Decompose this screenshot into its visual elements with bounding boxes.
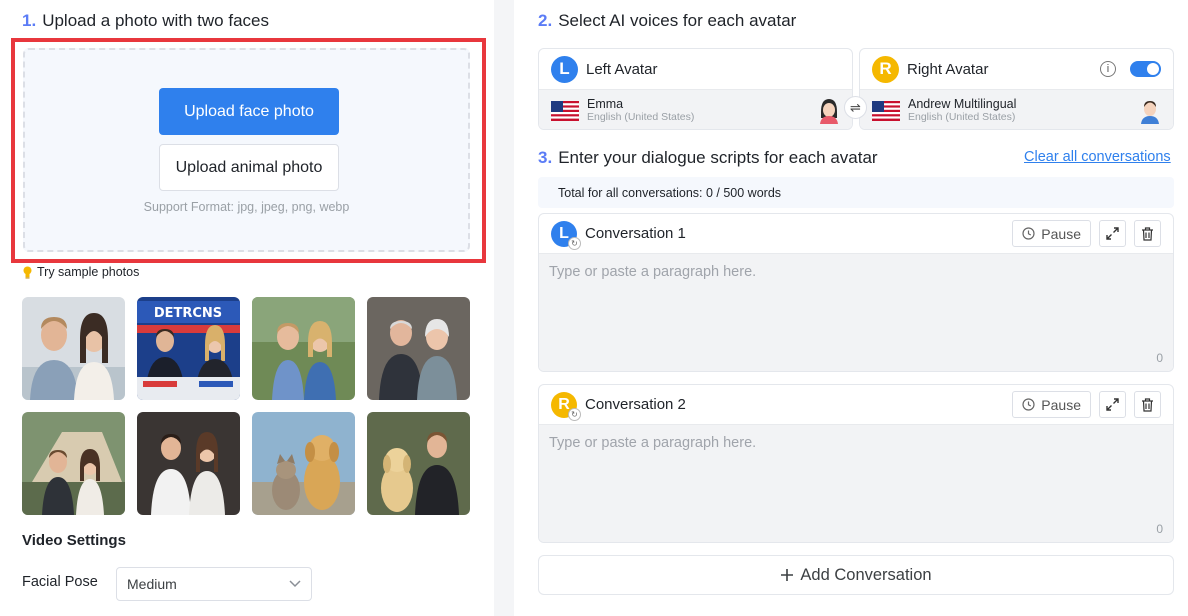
left-avatar-card[interactable]: L Left Avatar Emma English (United State… bbox=[538, 48, 853, 130]
clear-all-conversations-link[interactable]: Clear all conversations bbox=[1024, 149, 1171, 165]
upload-highlight-frame: Upload face photo Upload animal photo Su… bbox=[11, 38, 486, 263]
refresh-icon: ↻ bbox=[568, 236, 581, 250]
refresh-icon: ↻ bbox=[568, 407, 581, 421]
right-avatar-label: Right Avatar bbox=[907, 60, 989, 78]
sample-photo[interactable]: DETRCNS bbox=[137, 297, 240, 400]
pause-button[interactable]: Pause bbox=[1012, 220, 1091, 247]
word-count: 0 bbox=[1156, 522, 1163, 536]
voices-step-title: 2. Select AI voices for each avatar bbox=[538, 11, 797, 30]
conversation-textarea[interactable]: Type or paste a paragraph here. 0 bbox=[539, 424, 1173, 542]
support-format-text: Support Format: jpg, jpeg, png, webp bbox=[143, 200, 350, 214]
sample-photo[interactable] bbox=[367, 297, 470, 400]
female-avatar-icon bbox=[820, 99, 838, 124]
plus-icon bbox=[781, 569, 794, 581]
expand-icon bbox=[1106, 398, 1119, 411]
upload-face-photo-button[interactable]: Upload face photo bbox=[159, 88, 339, 135]
upload-animal-photo-button[interactable]: Upload animal photo bbox=[159, 144, 339, 191]
chevron-down-icon bbox=[289, 580, 301, 588]
conversation-textarea[interactable]: Type or paste a paragraph here. 0 bbox=[539, 253, 1173, 371]
pause-button[interactable]: Pause bbox=[1012, 391, 1091, 418]
right-voice-selector[interactable]: Andrew Multilingual English (United Stat… bbox=[860, 89, 1173, 129]
sample-photo[interactable] bbox=[22, 297, 125, 400]
right-avatar-card[interactable]: R Right Avatar i Andrew Multilingual Eng… bbox=[859, 48, 1174, 130]
sample-photo[interactable] bbox=[22, 412, 125, 515]
facial-pose-label: Facial Pose bbox=[22, 574, 98, 590]
us-flag-icon bbox=[551, 100, 579, 121]
expand-icon bbox=[1106, 227, 1119, 240]
word-count: 0 bbox=[1156, 351, 1163, 365]
right-avatar-badge: R bbox=[872, 55, 899, 83]
left-voice-language: English (United States) bbox=[587, 111, 695, 123]
sample-photo[interactable] bbox=[367, 412, 470, 515]
left-voice-name: Emma bbox=[587, 97, 624, 111]
video-settings-title: Video Settings bbox=[22, 532, 126, 549]
expand-button[interactable] bbox=[1099, 391, 1126, 418]
left-panel: 1. Upload a photo with two faces Upload f… bbox=[0, 0, 494, 616]
scripts-step-title: 3. Enter your dialogue scripts for each a… bbox=[538, 148, 878, 167]
sample-photo-grid: DETRCNS bbox=[22, 297, 470, 515]
clock-icon bbox=[1022, 227, 1035, 240]
right-panel: 2. Select AI voices for each avatar L Lef… bbox=[514, 0, 1188, 616]
sample-photos-title: Try sample photos bbox=[22, 265, 139, 279]
conversation-title: Conversation 1 bbox=[585, 225, 686, 242]
sample-photo[interactable] bbox=[137, 412, 240, 515]
male-avatar-icon bbox=[1141, 101, 1159, 124]
right-voice-language: English (United States) bbox=[908, 111, 1016, 123]
svg-text:DETRCNS: DETRCNS bbox=[154, 306, 222, 321]
info-icon[interactable]: i bbox=[1100, 61, 1116, 77]
us-flag-icon bbox=[872, 100, 900, 121]
facial-pose-value: Medium bbox=[127, 576, 177, 592]
right-voice-name: Andrew Multilingual bbox=[908, 97, 1017, 111]
delete-button[interactable] bbox=[1134, 391, 1161, 418]
trash-icon bbox=[1142, 226, 1153, 241]
conversation-card: R ↻ Conversation 2 Pause Type or paste a… bbox=[538, 384, 1174, 543]
expand-button[interactable] bbox=[1099, 220, 1126, 247]
conversation-title: Conversation 2 bbox=[585, 396, 686, 413]
sample-photo[interactable] bbox=[252, 412, 355, 515]
clock-icon bbox=[1022, 398, 1035, 411]
trash-icon bbox=[1142, 397, 1153, 412]
swap-avatars-icon[interactable]: ⇌ bbox=[844, 96, 867, 119]
total-words-bar: Total for all conversations: 0 / 500 wor… bbox=[538, 177, 1174, 208]
upload-step-title: 1. Upload a photo with two faces bbox=[22, 11, 269, 30]
conversation-card: L ↻ Conversation 1 Pause Type or paste a… bbox=[538, 213, 1174, 372]
upload-dropzone[interactable]: Upload face photo Upload animal photo Su… bbox=[23, 48, 470, 252]
facial-pose-select[interactable]: Medium bbox=[116, 567, 312, 601]
add-conversation-button[interactable]: Add Conversation bbox=[538, 555, 1174, 595]
right-avatar-toggle[interactable] bbox=[1130, 61, 1161, 77]
delete-button[interactable] bbox=[1134, 220, 1161, 247]
left-avatar-label: Left Avatar bbox=[586, 60, 658, 78]
left-avatar-badge: L bbox=[551, 55, 578, 83]
sample-photo[interactable] bbox=[252, 297, 355, 400]
lightbulb-icon bbox=[23, 266, 32, 278]
left-voice-selector[interactable]: Emma English (United States) bbox=[539, 89, 852, 129]
